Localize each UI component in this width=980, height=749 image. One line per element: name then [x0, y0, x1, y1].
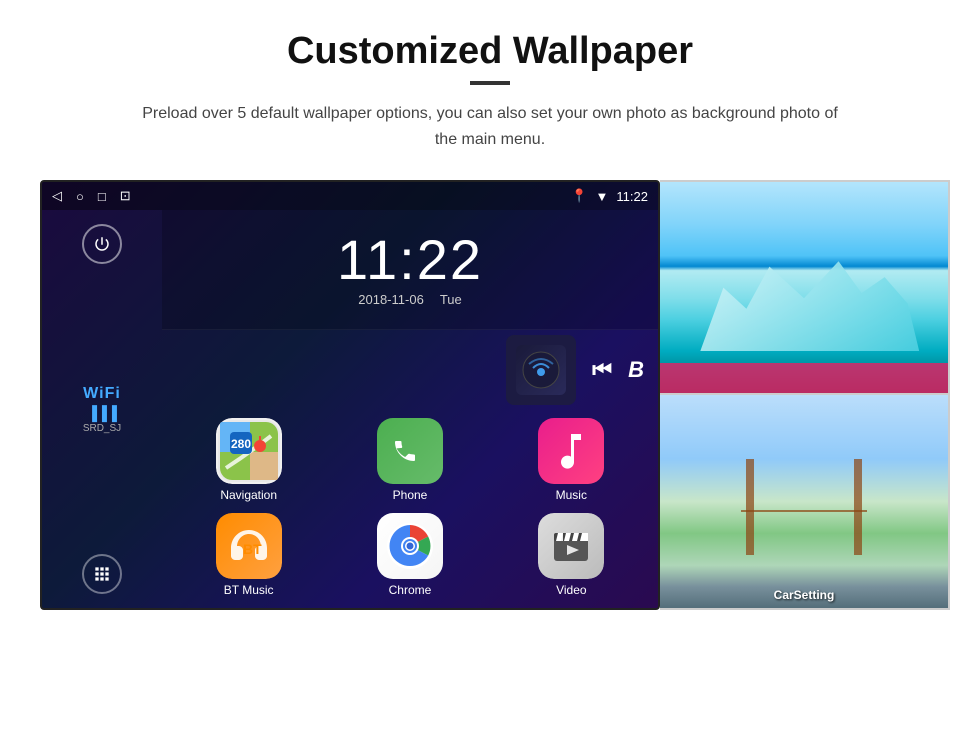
carsetting-label: CarSetting [774, 588, 835, 602]
app-item-video[interactable]: Video [495, 513, 648, 600]
wifi-bars: ▐▐▐ [83, 405, 121, 421]
page-subtitle: Preload over 5 default wallpaper options… [130, 101, 850, 152]
back-icon[interactable]: ◁ [52, 188, 62, 204]
apps-button[interactable] [82, 554, 122, 594]
svg-text:280: 280 [231, 437, 251, 451]
app-icon-video [538, 513, 604, 579]
app-label-chrome: Chrome [389, 583, 432, 597]
status-right: 📍 ▼ 11:22 [571, 188, 648, 204]
media-letter-k: ⏮ [592, 357, 612, 383]
recents-icon[interactable]: □ [98, 189, 106, 204]
app-item-navigation[interactable]: 280 Navigation [172, 418, 325, 505]
wifi-ssid: SRD_SJ [83, 423, 121, 434]
title-divider [470, 81, 510, 85]
screen-content: WiFi ▐▐▐ SRD_SJ 11:22 2018-11-06 [42, 210, 658, 608]
app-icon-chrome [377, 513, 443, 579]
wallpaper-bridge[interactable]: CarSetting [660, 395, 950, 610]
bridge-cable [741, 510, 868, 512]
status-time: 11:22 [616, 189, 648, 204]
day-value: Tue [440, 292, 462, 307]
status-left: ◁ ○ □ ⊡ [52, 188, 131, 204]
clock-time: 11:22 [337, 232, 483, 288]
app-label-btmusic: BT Music [224, 583, 274, 597]
left-sidebar: WiFi ▐▐▐ SRD_SJ [42, 210, 162, 608]
media-area: ⏮ B [162, 330, 658, 410]
wifi-label: WiFi [83, 385, 121, 403]
center-area: 11:22 2018-11-06 Tue [162, 210, 658, 608]
app-label-phone: Phone [393, 488, 428, 502]
media-icon-box [506, 335, 576, 405]
app-grid: 280 Navigation [162, 410, 658, 608]
app-item-btmusic[interactable]: BT BT Music [172, 513, 325, 600]
app-icon-music [538, 418, 604, 484]
glacier-scene [660, 182, 948, 393]
main-area: ◁ ○ □ ⊡ 📍 ▼ 11:22 WiFi [40, 180, 940, 610]
clock-area: 11:22 2018-11-06 Tue [162, 210, 658, 330]
app-item-chrome[interactable]: Chrome [333, 513, 486, 600]
pink-strip [660, 363, 948, 393]
svg-text:BT: BT [243, 541, 262, 557]
wifi-icon: ▼ [596, 189, 609, 204]
screenshot-icon[interactable]: ⊡ [120, 188, 131, 204]
page-title: Customized Wallpaper [287, 30, 693, 73]
wallpaper-glacier[interactable] [660, 180, 950, 395]
app-label-video: Video [556, 583, 586, 597]
bridge-tower-left [746, 459, 754, 555]
app-icon-phone [377, 418, 443, 484]
date-value: 2018-11-06 [358, 292, 424, 307]
bridge-scene [660, 395, 948, 608]
media-letter-b: B [628, 357, 644, 383]
app-label-navigation: Navigation [220, 488, 277, 502]
bridge-tower-right [854, 459, 862, 555]
glacier-ice [689, 245, 919, 351]
app-label-music: Music [556, 488, 587, 502]
home-icon[interactable]: ○ [76, 189, 84, 204]
power-button[interactable] [82, 224, 122, 264]
wifi-block: WiFi ▐▐▐ SRD_SJ [83, 385, 121, 434]
status-bar: ◁ ○ □ ⊡ 📍 ▼ 11:22 [42, 182, 658, 210]
wallpaper-previews: CarSetting [660, 180, 950, 610]
app-icon-navigation: 280 [216, 418, 282, 484]
app-item-phone[interactable]: Phone [333, 418, 486, 505]
app-icon-btmusic: BT [216, 513, 282, 579]
media-icon-inner [516, 345, 566, 395]
clock-date: 2018-11-06 Tue [358, 292, 461, 307]
device-screen: ◁ ○ □ ⊡ 📍 ▼ 11:22 WiFi [40, 180, 660, 610]
app-item-music[interactable]: Music [495, 418, 648, 505]
location-icon: 📍 [571, 188, 587, 204]
